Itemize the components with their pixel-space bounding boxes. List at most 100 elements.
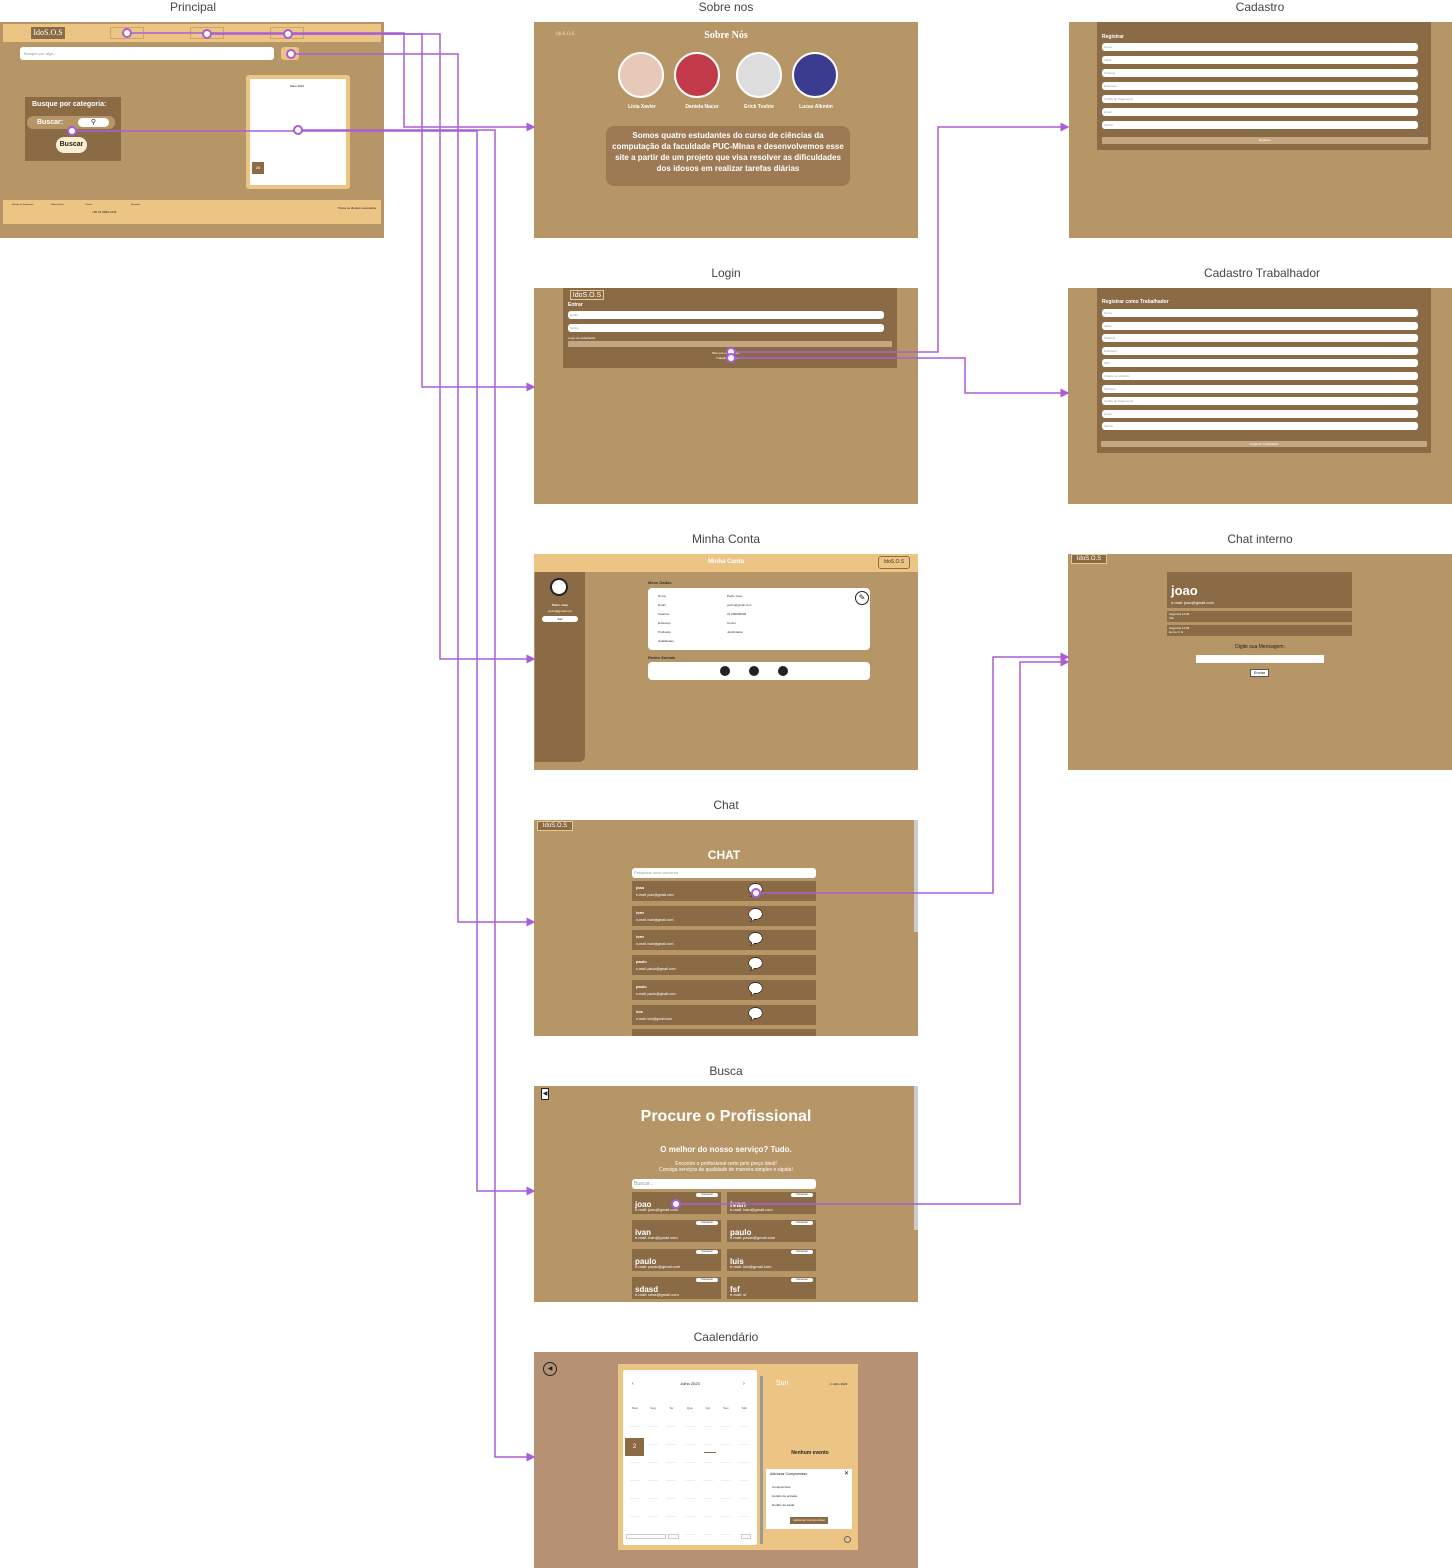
conversar-button[interactable]: Conversar [696, 1193, 718, 1197]
day-cell[interactable] [721, 1480, 731, 1481]
day-cell[interactable] [630, 1516, 640, 1517]
date-input[interactable] [626, 1534, 666, 1539]
day-cell[interactable] [721, 1498, 731, 1499]
day-cell[interactable] [648, 1480, 659, 1481]
day-cell[interactable] [702, 1444, 713, 1445]
instagram-icon[interactable] [720, 666, 730, 676]
chat-list-item[interactable] [632, 955, 816, 976]
cadastro-field[interactable]: Cartão de Pagamento [1102, 95, 1418, 103]
day-cell[interactable] [630, 1462, 640, 1463]
conversar-button[interactable]: Conversar [791, 1221, 813, 1226]
search-icon[interactable]: ⚲ [78, 118, 109, 127]
day-cell[interactable] [684, 1534, 695, 1535]
cadastro-field[interactable]: Endereço [1102, 82, 1418, 90]
cad-trab-field[interactable]: Idade [1102, 321, 1418, 330]
conversar-button[interactable]: Conversar [696, 1277, 718, 1282]
selected-day[interactable]: 2 [625, 1438, 644, 1456]
day-cell[interactable] [702, 1426, 713, 1427]
cadastro-field[interactable]: Nome [1102, 43, 1418, 51]
edit-icon[interactable]: ✎ [855, 591, 869, 605]
cad-trab-field[interactable]: Email [1102, 409, 1418, 418]
today-button[interactable] [741, 1534, 751, 1539]
cad-trab-button[interactable]: Registrar Trabalhador [1101, 441, 1427, 447]
chat-bubble-icon[interactable]: 💬 [748, 909, 763, 921]
day-cell[interactable] [702, 1480, 713, 1481]
popup-field[interactable]: Compromisso [772, 1485, 791, 1489]
cad-trab-field[interactable]: Serviços [1102, 384, 1418, 393]
chat-bubble-icon[interactable]: 💬 [748, 884, 763, 896]
cadastro-field[interactable]: Email [1102, 108, 1418, 116]
cad-trab-field[interactable]: Senha [1102, 422, 1418, 431]
back-arrow-icon[interactable]: ◀ [541, 1088, 549, 1100]
chat-bubble-icon[interactable]: 💬 [748, 933, 763, 945]
day-cell[interactable] [721, 1426, 731, 1427]
chat-search-input[interactable]: Pesquisar uma conversa [632, 868, 816, 878]
instagram-icon[interactable] [778, 666, 788, 676]
back-arrow-icon[interactable]: ◀ [543, 1362, 557, 1376]
next-month-icon[interactable]: › [743, 1381, 745, 1387]
day-cell[interactable] [630, 1498, 640, 1499]
day-cell[interactable] [666, 1480, 677, 1481]
twitter-icon[interactable] [749, 666, 759, 676]
conversar-button[interactable]: Conversar [791, 1249, 813, 1254]
day-cell[interactable] [739, 1426, 750, 1427]
conversar-button[interactable]: Conversar [696, 1249, 718, 1254]
close-icon[interactable]: ✕ [844, 1470, 849, 1477]
day-cell[interactable] [648, 1516, 659, 1517]
cadastro-button[interactable]: Registrar [1102, 137, 1428, 144]
add-icon[interactable] [844, 1536, 851, 1543]
day-cell[interactable] [666, 1462, 677, 1463]
day-cell[interactable] [666, 1444, 677, 1445]
chat-bubble-icon[interactable]: 💬 [748, 983, 763, 995]
conversar-button[interactable]: Conversar [696, 1221, 718, 1226]
login-button[interactable] [568, 341, 892, 347]
buscar-button[interactable]: Buscar [56, 137, 87, 153]
day-cell[interactable] [684, 1426, 695, 1427]
search-input[interactable]: Busque por algo... [20, 47, 274, 60]
conta-logo[interactable]: IdoS.O.S [878, 556, 910, 569]
password-field[interactable]: Senha [568, 324, 884, 332]
logout-button[interactable]: Sair [542, 616, 578, 622]
worker-checkbox[interactable]: Login de trabalhador [568, 336, 596, 340]
send-button[interactable]: Enviar [1250, 669, 1269, 677]
day-cell[interactable] [684, 1462, 695, 1463]
day-cell[interactable] [702, 1498, 713, 1499]
day-cell[interactable] [630, 1480, 640, 1481]
day-cell[interactable] [739, 1462, 750, 1463]
nav-button-login[interactable] [190, 27, 224, 39]
register-link[interactable]: Não tem uma conta? [712, 351, 740, 355]
popup-field[interactable]: Horário de entrada [772, 1494, 797, 1498]
day-cell[interactable] [630, 1426, 640, 1427]
cadastro-field[interactable]: Idade [1102, 56, 1418, 64]
day-cell[interactable] [666, 1498, 677, 1499]
go-button[interactable] [668, 1534, 679, 1539]
cad-trab-field[interactable]: Nome [1102, 309, 1418, 317]
day-cell[interactable] [648, 1498, 659, 1499]
cad-trab-field[interactable]: Cidade de trabalho [1102, 372, 1418, 380]
cadastro-field[interactable]: Telefone [1102, 69, 1418, 77]
nav-button-conta[interactable] [270, 27, 304, 39]
day-cell[interactable] [702, 1516, 713, 1517]
logo[interactable]: IdoS.O.S [30, 26, 66, 40]
cad-trab-field[interactable]: Telefone [1102, 334, 1418, 343]
day-cell[interactable] [739, 1480, 750, 1481]
day-cell[interactable] [684, 1444, 695, 1445]
chat-list-item[interactable] [632, 905, 816, 926]
day-cell[interactable] [666, 1516, 677, 1517]
day-cell[interactable] [721, 1444, 731, 1445]
chat-button[interactable] [281, 47, 299, 60]
busca-search-input[interactable]: Buscar... [632, 1179, 816, 1189]
chat-list-item[interactable] [632, 1004, 816, 1025]
day-cell[interactable] [648, 1444, 659, 1445]
chat-list-item[interactable] [632, 930, 816, 951]
chat-bubble-icon[interactable]: 💬 [748, 1008, 763, 1020]
scrollbar[interactable] [914, 820, 918, 932]
conversar-button[interactable]: Conversar [791, 1277, 813, 1282]
day-cell[interactable] [684, 1498, 695, 1499]
day-cell[interactable] [684, 1516, 695, 1517]
chat-list-item[interactable] [632, 1029, 816, 1036]
day-cell[interactable] [702, 1534, 713, 1535]
popup-field[interactable]: Horário de saída [772, 1503, 794, 1507]
day-cell[interactable] [648, 1462, 659, 1463]
calendar-selected-day[interactable]: 28 [252, 162, 264, 174]
